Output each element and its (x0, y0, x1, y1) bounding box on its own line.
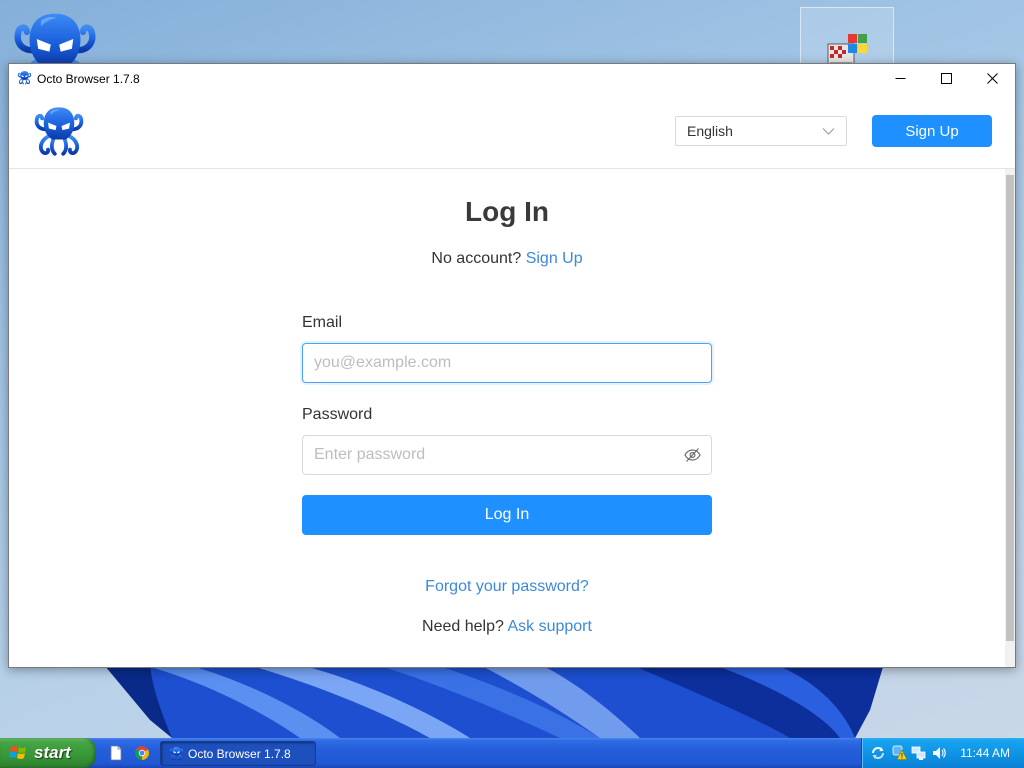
forgot-password-link[interactable]: Forgot your password? (425, 578, 589, 595)
password-field (302, 435, 712, 475)
maximize-icon (940, 73, 952, 84)
language-selected-value: English (687, 123, 733, 139)
ask-support-link[interactable]: Ask support (507, 618, 591, 635)
email-input[interactable] (302, 343, 712, 383)
language-select[interactable]: English (675, 116, 847, 146)
maximize-button[interactable] (923, 64, 969, 93)
window-title: Octo Browser 1.7.8 (37, 72, 140, 86)
taskbar: start Octo Browser 1.7.8 11:44 AM (0, 738, 1024, 768)
windows-flag-icon (9, 743, 29, 763)
vertical-scrollbar[interactable] (1005, 169, 1015, 667)
close-icon (986, 73, 998, 84)
close-button[interactable] (969, 64, 1015, 93)
minimize-icon (895, 73, 906, 84)
start-label: start (34, 743, 71, 762)
header-sign-up-button[interactable]: Sign Up (872, 115, 992, 147)
password-input[interactable] (302, 435, 712, 475)
app-header: English Sign Up (9, 93, 1015, 169)
eye-slash-icon[interactable] (684, 447, 701, 463)
chevron-down-icon (822, 127, 835, 136)
network-icon[interactable] (911, 745, 927, 761)
warning-icon[interactable] (892, 745, 908, 761)
tray-clock[interactable]: 11:44 AM (960, 746, 1010, 760)
help-text: Need help? (422, 618, 504, 635)
help-row: Need help? Ask support (9, 616, 1005, 638)
log-in-button[interactable]: Log In (302, 495, 712, 535)
no-account-text: No account? (431, 250, 522, 267)
octopus-icon (169, 746, 184, 761)
taskbar-button-octo-browser[interactable]: Octo Browser 1.7.8 (160, 741, 316, 766)
minimize-button[interactable] (877, 64, 923, 93)
sign-up-link[interactable]: Sign Up (526, 250, 583, 267)
email-label: Email (302, 314, 343, 331)
no-account-row: No account? Sign Up (9, 248, 1005, 270)
scrollbar-thumb[interactable] (1006, 175, 1014, 641)
password-label: Password (302, 406, 373, 423)
system-tray: 11:44 AM (861, 738, 1024, 768)
app-window: Octo Browser 1.7.8 English Sign Up Log I… (8, 63, 1016, 668)
start-button[interactable]: start (0, 738, 96, 768)
forgot-password-row: Forgot your password? (9, 576, 1005, 598)
octopus-icon (17, 70, 32, 85)
login-page: Log In No account? Sign Up Email Passwor… (9, 169, 1015, 667)
title-bar[interactable]: Octo Browser 1.7.8 (9, 64, 1015, 93)
volume-icon[interactable] (931, 745, 947, 761)
chrome-icon[interactable] (134, 745, 150, 761)
page-title: Log In (465, 196, 549, 227)
octopus-logo[interactable] (32, 104, 86, 158)
taskbar-button-label: Octo Browser 1.7.8 (188, 747, 291, 761)
sync-icon[interactable] (870, 745, 886, 761)
document-icon[interactable] (108, 745, 124, 761)
